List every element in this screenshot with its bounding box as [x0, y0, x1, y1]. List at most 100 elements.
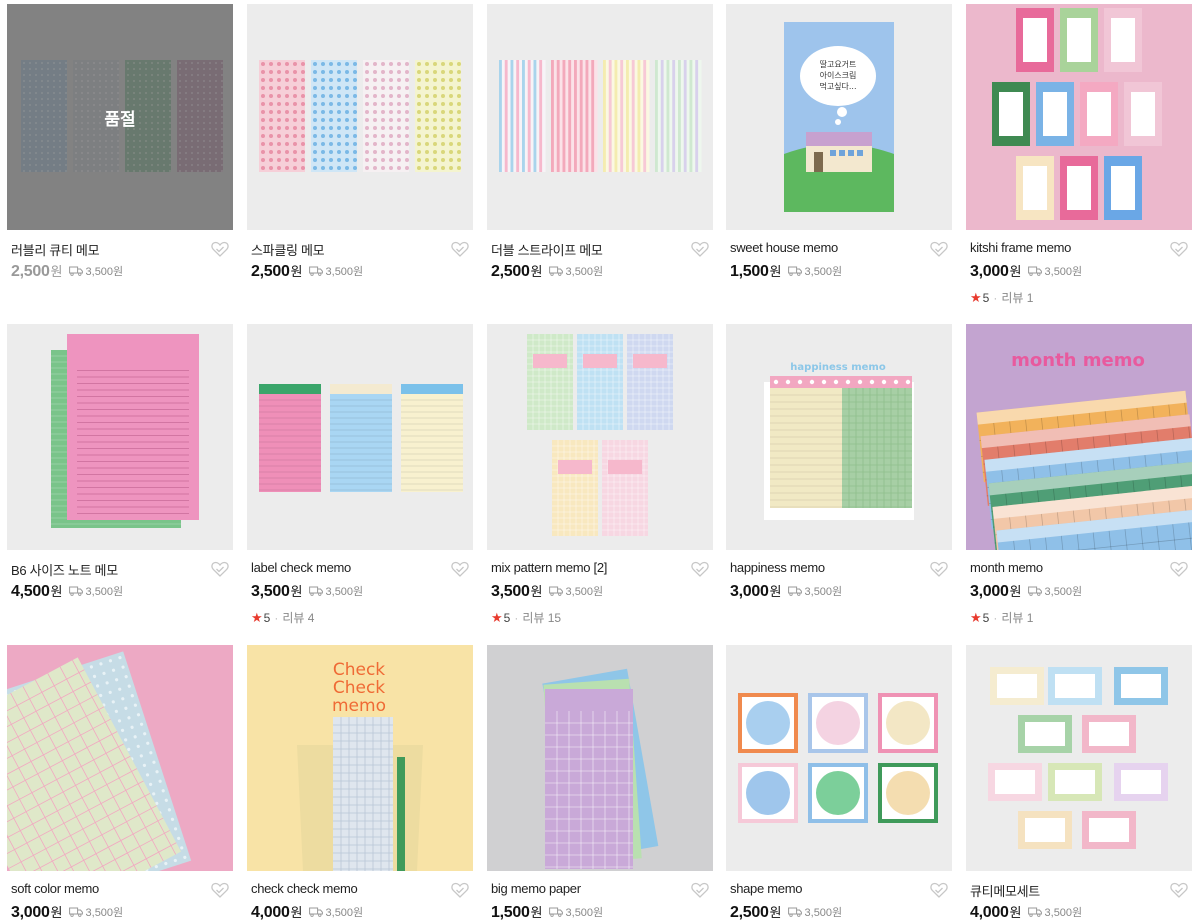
product-card[interactable]: big memo paper 1,500 원 3,500원	[487, 645, 713, 921]
star-icon: ★	[970, 609, 982, 625]
heart-outline-icon[interactable]	[1170, 561, 1188, 577]
product-thumbnail[interactable]	[7, 645, 233, 871]
sold-out-label: 품절	[104, 109, 136, 129]
shipping-fee: 3,500원	[68, 583, 123, 599]
product-thumbnail[interactable]	[487, 4, 713, 230]
product-name[interactable]: shape memo	[730, 881, 802, 896]
product-price: 2,500	[730, 904, 769, 921]
product-price: 3,000	[970, 263, 1009, 280]
rating-score: 5	[263, 610, 271, 625]
review-summary[interactable]: ★ 5 · 리뷰 1	[970, 609, 1033, 626]
product-card[interactable]: shape memo 2,500 원 3,500원	[726, 645, 952, 921]
svg-text:Check: Check	[333, 678, 385, 698]
heart-outline-icon[interactable]	[930, 241, 948, 257]
delivery-truck-icon	[68, 907, 86, 917]
product-name[interactable]: sweet house memo	[730, 240, 838, 255]
product-thumbnail[interactable]	[247, 4, 473, 230]
product-thumbnail[interactable]	[966, 645, 1192, 871]
product-name[interactable]: 스파클링 메모	[251, 240, 325, 259]
product-card[interactable]: soft color memo 3,000 원 3,500원	[7, 645, 233, 921]
product-name[interactable]: 큐티메모세트	[970, 881, 1040, 900]
delivery-truck-icon	[1027, 586, 1045, 596]
product-thumbnail[interactable]: 딸고요거트 아이스크림 먹고싶다...	[726, 4, 952, 230]
heart-outline-icon[interactable]	[691, 561, 709, 577]
price-line: 3,000 원 3,500원	[11, 902, 123, 921]
product-card[interactable]: 품절 러블리 큐티 메모 2,500 원 3,500원	[7, 4, 233, 314]
product-card[interactable]: 큐티메모세트 4,000 원 3,500원	[966, 645, 1192, 921]
product-thumbnail[interactable]	[247, 324, 473, 550]
review-summary[interactable]: ★ 5 · 리뷰 4	[251, 609, 314, 626]
product-thumbnail[interactable]: month memo	[966, 324, 1192, 550]
product-thumbnail[interactable]	[966, 4, 1192, 230]
heart-outline-icon[interactable]	[691, 882, 709, 898]
product-name[interactable]: kitshi frame memo	[970, 240, 1071, 255]
product-card[interactable]: 더블 스트라이프 메모 2,500 원 3,500원	[487, 4, 713, 314]
shipping-fee: 3,500원	[308, 583, 363, 599]
product-card[interactable]: kitshi frame memo 3,000 원 3,500원 ★ 5 · 리뷰 1	[966, 4, 1192, 314]
price-line: 2,500 원 3,500원	[730, 902, 842, 921]
price-line: 4,000 원 3,500원	[251, 902, 363, 921]
product-name[interactable]: month memo	[970, 560, 1043, 575]
product-card[interactable]: happiness memo happiness memo 3,000 원 3,5…	[726, 324, 952, 634]
product-card[interactable]: B6 사이즈 노트 메모 4,500 원 3,500원	[7, 324, 233, 634]
heart-outline-icon[interactable]	[930, 882, 948, 898]
product-card[interactable]: 스파클링 메모 2,500 원 3,500원	[247, 4, 473, 314]
heart-outline-icon[interactable]	[691, 241, 709, 257]
product-name[interactable]: mix pattern memo [2]	[491, 560, 607, 575]
product-name[interactable]: label check memo	[251, 560, 351, 575]
product-name[interactable]: happiness memo	[730, 560, 825, 575]
price-line: 3,000 원 3,500원	[970, 261, 1082, 281]
product-thumbnail[interactable]: happiness memo	[726, 324, 952, 550]
delivery-truck-icon	[787, 586, 805, 596]
product-card[interactable]: 딸고요거트 아이스크림 먹고싶다... sweet house memo 1,500…	[726, 4, 952, 314]
product-card[interactable]: label check memo 3,500 원 3,500원 ★ 5 · 리뷰 4	[247, 324, 473, 634]
heart-outline-icon[interactable]	[930, 561, 948, 577]
product-thumbnail[interactable]	[7, 324, 233, 550]
product-name[interactable]: B6 사이즈 노트 메모	[11, 560, 118, 579]
heart-outline-icon[interactable]	[211, 561, 229, 577]
heart-outline-icon[interactable]	[211, 882, 229, 898]
currency-label: 원	[1009, 905, 1022, 920]
product-thumbnail[interactable]	[487, 645, 713, 871]
svg-text:Check: Check	[333, 660, 385, 680]
product-card[interactable]: mix pattern memo [2] 3,500 원 3,500원 ★ 5 · 리뷰…	[487, 324, 713, 634]
price-line: 3,000 원 3,500원	[730, 581, 842, 601]
currency-label: 원	[530, 584, 543, 599]
heart-outline-icon[interactable]	[451, 882, 469, 898]
product-card[interactable]: Check Check memo check check memo 4,000 원 3…	[247, 645, 473, 921]
product-name[interactable]: 더블 스트라이프 메모	[491, 240, 603, 259]
price-line: 1,500 원 3,500원	[491, 902, 603, 921]
separator-dot: ·	[274, 610, 279, 625]
product-image	[247, 4, 473, 230]
product-name[interactable]: big memo paper	[491, 881, 581, 896]
product-image	[247, 324, 473, 550]
delivery-truck-icon	[68, 586, 86, 596]
shipping-fee-label: 3,500원	[1044, 586, 1083, 598]
product-thumbnail[interactable]	[726, 645, 952, 871]
review-summary[interactable]: ★ 5 · 리뷰 15	[491, 609, 561, 626]
product-thumbnail[interactable]: 품절	[7, 4, 233, 230]
shipping-fee: 3,500원	[787, 904, 842, 920]
product-name[interactable]: 러블리 큐티 메모	[11, 240, 100, 259]
delivery-truck-icon	[548, 266, 566, 276]
price-line: 3,500 원 3,500원	[251, 581, 363, 601]
heart-outline-icon[interactable]	[1170, 882, 1188, 898]
currency-label: 원	[1009, 584, 1022, 599]
price-line: 3,000 원 3,500원	[970, 581, 1082, 601]
product-thumbnail[interactable]: Check Check memo	[247, 645, 473, 871]
product-price: 4,000	[251, 904, 290, 921]
shipping-fee: 3,500원	[548, 583, 604, 599]
shipping-fee-label: 3,500원	[565, 266, 604, 278]
currency-label: 원	[290, 264, 303, 279]
heart-outline-icon[interactable]	[451, 561, 469, 577]
svg-text:아이스크림: 아이스크림	[820, 70, 857, 80]
heart-outline-icon[interactable]	[211, 241, 229, 257]
product-thumbnail[interactable]	[487, 324, 713, 550]
review-summary[interactable]: ★ 5 · 리뷰 1	[970, 289, 1033, 306]
heart-outline-icon[interactable]	[1170, 241, 1188, 257]
product-name[interactable]: check check memo	[251, 881, 358, 896]
shipping-fee-label: 3,500원	[565, 586, 604, 598]
product-name[interactable]: soft color memo	[11, 881, 99, 896]
heart-outline-icon[interactable]	[451, 241, 469, 257]
product-card[interactable]: month memo month memo 3,000 원 3,500원 ★ 5 · 리…	[966, 324, 1192, 634]
